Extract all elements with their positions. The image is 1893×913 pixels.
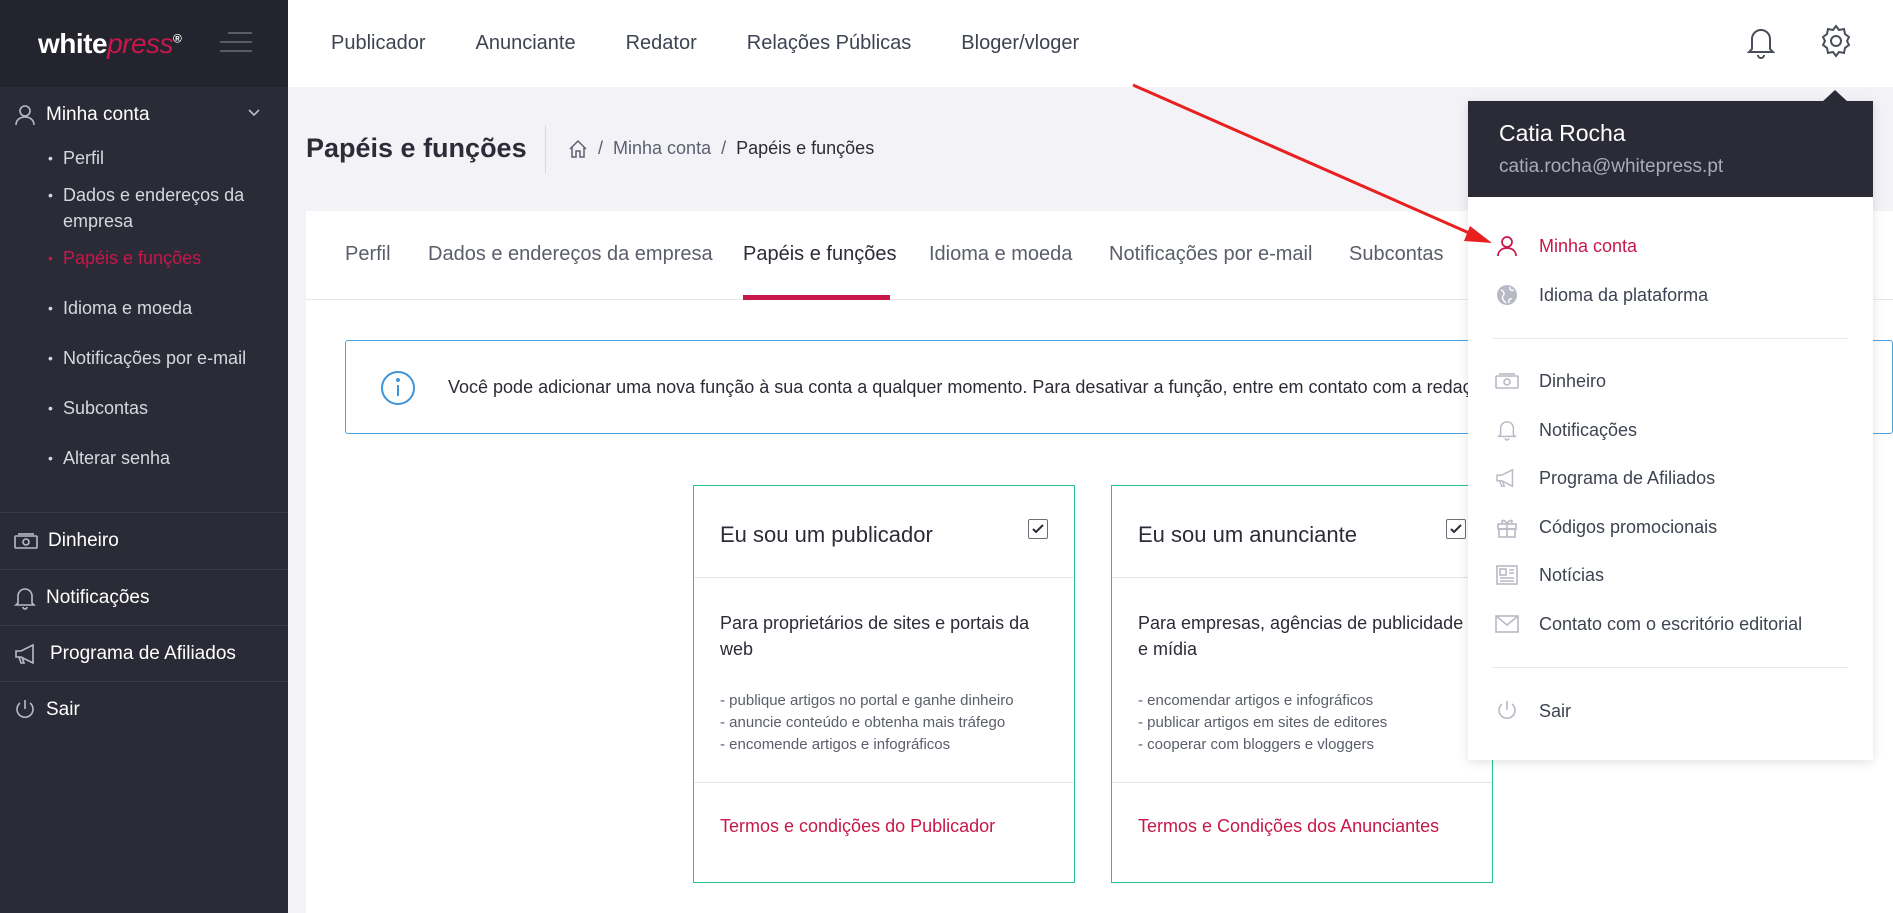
logo[interactable]: whitepress®: [38, 28, 182, 60]
topnav-redator[interactable]: Redator: [626, 32, 697, 55]
role-checkbox[interactable]: [1446, 519, 1466, 539]
breadcrumb-minha-conta[interactable]: Minha conta: [613, 138, 711, 159]
title-divider: [545, 125, 546, 173]
menu-item-noticias[interactable]: Notícias: [1495, 563, 1604, 587]
menu-item-dinheiro[interactable]: Dinheiro: [1495, 369, 1606, 393]
role-title: Eu sou um publicador: [720, 522, 933, 547]
page-title: Papéis e funções: [306, 133, 527, 163]
role-title: Eu sou um anunciante: [1138, 522, 1357, 547]
menu-divider: [1493, 667, 1848, 668]
tab-idioma[interactable]: Idioma e moeda: [929, 243, 1072, 266]
terms-link[interactable]: Termos e Condições dos Anunciantes: [1138, 816, 1439, 837]
role-bullets: - publique artigos no portal e ganhe din…: [720, 692, 1014, 753]
logo-bar: whitepress®: [0, 0, 288, 87]
menu-item-codigos[interactable]: Códigos promocionais: [1495, 515, 1717, 539]
sidebar-item-dados[interactable]: Dados e endereços da empresa: [48, 182, 288, 234]
breadcrumb-separator: /: [721, 138, 727, 158]
sidebar-item-papeis[interactable]: Papéis e funções: [48, 245, 288, 271]
active-tab-indicator: [743, 295, 890, 300]
chevron-down-icon[interactable]: [248, 109, 260, 117]
tab-papeis[interactable]: Papéis e funções: [743, 243, 896, 266]
power-icon: [1498, 701, 1516, 719]
power-icon: [16, 700, 34, 718]
megaphone-icon: [15, 643, 34, 665]
sidebar-item-alterar-senha[interactable]: Alterar senha: [48, 445, 288, 471]
bell-icon: [1497, 421, 1517, 441]
sidebar-item-minha-conta[interactable]: Minha conta: [0, 87, 288, 143]
mail-icon: [1495, 615, 1519, 633]
tab-dados[interactable]: Dados e endereços da empresa: [428, 243, 713, 266]
gift-icon: [1497, 519, 1517, 538]
menu-item-minha-conta[interactable]: Minha conta: [1495, 234, 1637, 258]
topnav-relacoes-publicas[interactable]: Relações Públicas: [747, 32, 912, 55]
topnav-anunciante[interactable]: Anunciante: [476, 32, 576, 55]
role-description: Para empresas, agências de publicidade e…: [1138, 613, 1464, 659]
menu-item-sair[interactable]: Sair: [1495, 699, 1571, 723]
sidebar-item-perfil[interactable]: Perfil: [48, 145, 288, 171]
terms-link[interactable]: Termos e condições do Publicador: [720, 816, 995, 837]
news-icon: [1496, 565, 1518, 585]
sidebar-item-notificacoes-email[interactable]: Notificações por e-mail: [48, 345, 288, 371]
menu-divider: [1493, 338, 1848, 339]
menu-item-contato[interactable]: Contato com o escritório editorial: [1495, 612, 1802, 636]
topnav-bloger[interactable]: Bloger/vloger: [961, 32, 1079, 55]
bell-icon[interactable]: [1747, 25, 1775, 59]
user-icon: [15, 105, 35, 126]
role-bullets: - encomendar artigos e infográficos - pu…: [1138, 692, 1388, 753]
menu-item-notificacoes[interactable]: Notificações: [1495, 418, 1637, 442]
user-email: catia.rocha@whitepress.pt: [1499, 156, 1724, 177]
menu-item-afiliados[interactable]: Programa de Afiliados: [1495, 466, 1715, 490]
check-icon: [1450, 524, 1462, 534]
top-nav: Publicador Anunciante Redator Relações P…: [331, 0, 1079, 87]
sidebar-item-notificacoes[interactable]: Notificações: [0, 570, 288, 626]
user-menu-header: Catia Rocha catia.rocha@whitepress.pt: [1468, 101, 1873, 197]
top-bar: Publicador Anunciante Redator Relações P…: [288, 0, 1893, 87]
breadcrumb-separator: /: [598, 138, 604, 158]
sidebar-item-afiliados[interactable]: Programa de Afiliados: [0, 626, 288, 682]
topnav-publicador[interactable]: Publicador: [331, 32, 426, 55]
menu-toggle-icon[interactable]: [220, 32, 252, 54]
sidebar-sublist: Perfil Dados e endereços da empresa Papé…: [0, 145, 288, 471]
tab-perfil[interactable]: Perfil: [345, 243, 391, 266]
role-card-anunciante: Eu sou um anunciante Para empresas, agên…: [1111, 485, 1493, 883]
info-icon: [381, 371, 415, 405]
tab-subcontas[interactable]: Subcontas: [1349, 243, 1444, 266]
menu-item-idioma[interactable]: Idioma da plataforma: [1495, 283, 1708, 307]
check-icon: [1032, 524, 1044, 534]
gear-icon[interactable]: [1819, 24, 1853, 58]
info-text: Você pode adicionar uma nova função à su…: [448, 377, 1472, 397]
user-icon: [1497, 236, 1517, 257]
bell-icon: [14, 588, 36, 610]
sidebar: whitepress® Minha conta Perfil Dados e e…: [0, 0, 288, 913]
tab-notificacoes-email[interactable]: Notificações por e-mail: [1109, 243, 1312, 266]
globe-icon: [1497, 285, 1517, 305]
user-menu-dropdown: Catia Rocha catia.rocha@whitepress.pt Mi…: [1468, 101, 1873, 760]
user-name: Catia Rocha: [1499, 120, 1626, 146]
breadcrumb: / Minha conta / Papéis e funções: [568, 138, 874, 159]
sidebar-item-dinheiro[interactable]: Dinheiro: [0, 513, 288, 570]
role-card-publicador: Eu sou um publicador Para proprietários …: [693, 485, 1075, 883]
breadcrumb-current: Papéis e funções: [736, 138, 875, 158]
megaphone-icon: [1496, 468, 1514, 488]
role-description: Para proprietários de sites e portais da…: [720, 613, 1030, 659]
sidebar-section-account: Minha conta Perfil Dados e endereços da …: [0, 87, 288, 513]
sidebar-item-idioma[interactable]: Idioma e moeda: [48, 295, 288, 321]
sidebar-item-subcontas[interactable]: Subcontas: [48, 395, 288, 421]
home-icon[interactable]: [568, 139, 588, 159]
sidebar-item-sair[interactable]: Sair: [0, 682, 288, 738]
role-checkbox[interactable]: [1028, 519, 1048, 539]
money-icon: [14, 533, 38, 549]
money-icon: [1495, 373, 1519, 389]
